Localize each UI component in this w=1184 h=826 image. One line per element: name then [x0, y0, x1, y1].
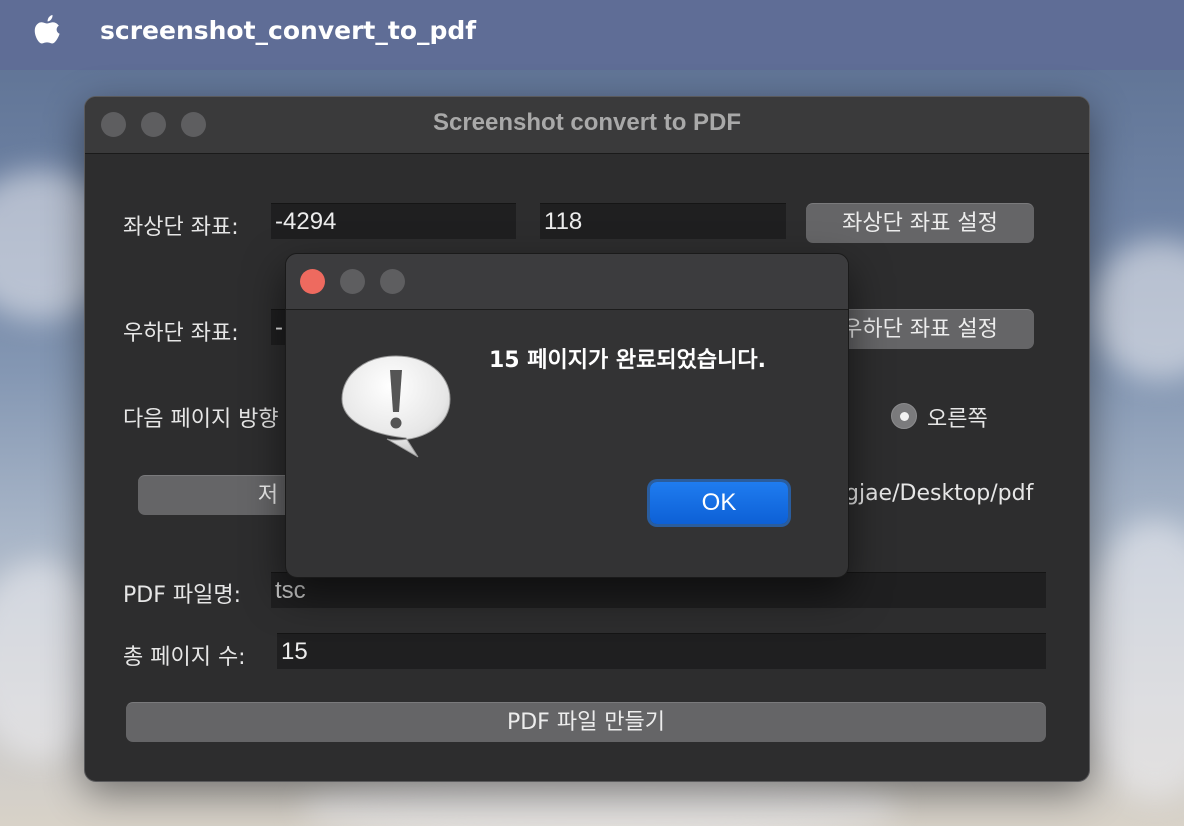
- radio-right[interactable]: [891, 403, 917, 429]
- app-menu-title[interactable]: screenshot_convert_to_pdf: [100, 16, 476, 45]
- desktop: screenshot_convert_to_pdf Screenshot con…: [0, 0, 1184, 826]
- alert-dialog: 15 페이지가 완료되었습니다. OK: [285, 253, 849, 578]
- alert-close-button[interactable]: [300, 269, 325, 294]
- cloud: [1080, 520, 1184, 800]
- top-left-coord-label: 좌상단 좌표:: [123, 215, 239, 240]
- top-left-x-field[interactable]: -4294: [271, 203, 516, 239]
- title-bar[interactable]: Screenshot convert to PDF: [85, 97, 1089, 154]
- caution-speech-bubble-icon: [338, 354, 454, 460]
- next-page-direction-label: 다음 페이지 방향: [123, 407, 279, 432]
- alert-zoom-button[interactable]: [380, 269, 405, 294]
- cloud: [1090, 240, 1184, 380]
- alert-message: 15 페이지가 완료되었습니다.: [489, 348, 766, 373]
- set-top-left-button[interactable]: 좌상단 좌표 설정: [806, 203, 1034, 243]
- save-path-text: gjae/Desktop/pdf: [845, 481, 1034, 506]
- menu-bar: screenshot_convert_to_pdf: [0, 0, 1184, 70]
- bottom-right-coord-label: 우하단 좌표:: [123, 321, 239, 346]
- total-pages-field[interactable]: 15: [277, 633, 1046, 669]
- apple-logo-icon[interactable]: [32, 14, 62, 48]
- radio-right-label[interactable]: 오른쪽: [927, 401, 988, 433]
- total-pages-label: 총 페이지 수:: [123, 645, 246, 670]
- make-pdf-button[interactable]: PDF 파일 만들기: [126, 702, 1046, 742]
- alert-title-bar[interactable]: [286, 254, 848, 310]
- radio-selected-dot: [900, 412, 909, 421]
- window-title: Screenshot convert to PDF: [432, 109, 742, 136]
- pdf-filename-label: PDF 파일명:: [123, 583, 241, 608]
- alert-minimize-button[interactable]: [340, 269, 365, 294]
- ok-button[interactable]: OK: [650, 482, 788, 524]
- top-left-y-field[interactable]: 118: [540, 203, 786, 239]
